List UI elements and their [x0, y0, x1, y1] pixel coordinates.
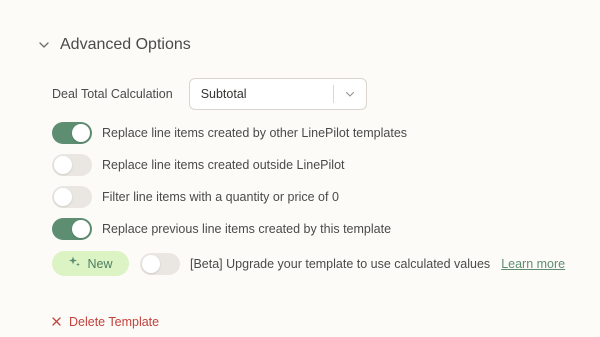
toggle-label: Replace previous line items created by t… — [102, 222, 392, 236]
toggle-row-other-templates: Replace line items created by other Line… — [52, 122, 407, 144]
toggle-label: Replace line items created outside LineP… — [102, 158, 345, 172]
beta-toggle-label: [Beta] Upgrade your template to use calc… — [190, 256, 491, 271]
toggle-switch[interactable] — [52, 122, 92, 144]
advanced-options-header[interactable]: Advanced Options — [38, 36, 191, 54]
chevron-down-icon[interactable] — [334, 79, 366, 109]
beta-row: New [Beta] Upgrade your template to use … — [52, 251, 565, 276]
learn-more-link[interactable]: Learn more — [501, 257, 565, 271]
toggle-label: Filter line items with a quantity or pri… — [102, 190, 339, 204]
toggle-row-replace-previous: Replace previous line items created by t… — [52, 218, 391, 240]
beta-toggle-switch[interactable] — [140, 252, 180, 275]
deal-total-select[interactable]: Subtotal — [188, 78, 367, 110]
deal-total-selected-value: Subtotal — [200, 87, 247, 101]
toggle-knob — [142, 254, 160, 273]
toggle-knob — [54, 188, 72, 206]
delete-template-label: Delete Template — [69, 315, 160, 329]
toggle-knob — [54, 156, 72, 174]
toggle-row-filter-zero: Filter line items with a quantity or pri… — [52, 186, 339, 208]
close-icon — [52, 313, 61, 331]
toggle-switch[interactable] — [52, 154, 92, 176]
deal-total-label: Deal Total Calculation — [52, 87, 173, 101]
toggle-switch[interactable] — [52, 218, 92, 240]
toggle-knob — [72, 220, 90, 238]
delete-template-button[interactable]: Delete Template — [52, 313, 159, 331]
new-badge-label: New — [87, 256, 113, 271]
toggle-row-outside-linepilot: Replace line items created outside LineP… — [52, 154, 345, 176]
chevron-down-icon[interactable] — [38, 39, 50, 51]
section-title: Advanced Options — [60, 36, 191, 53]
toggle-switch[interactable] — [52, 186, 92, 208]
toggle-label: Replace line items created by other Line… — [102, 126, 408, 140]
sparkle-icon — [68, 255, 81, 273]
toggle-knob — [72, 124, 90, 142]
new-badge: New — [52, 251, 129, 276]
deal-total-row: Deal Total Calculation Subtotal — [52, 78, 367, 110]
